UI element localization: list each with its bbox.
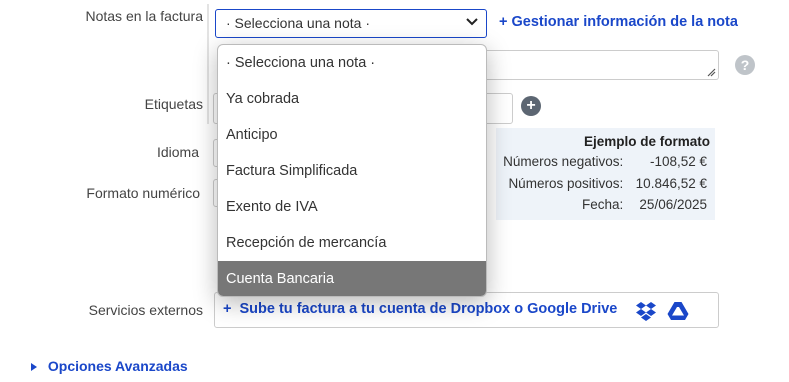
dropdown-option-highlighted[interactable]: Cuenta Bancaria	[218, 261, 486, 296]
dropdown-option[interactable]: Ya cobrada	[218, 81, 486, 117]
external-services-label: Servicios externos	[88, 302, 203, 318]
format-row-value: -108,52 €	[649, 154, 707, 169]
format-example-box: Ejemplo de formato Números negativos: -1…	[496, 128, 715, 220]
notes-dropdown: · Selecciona una nota · Ya cobrada Antic…	[217, 44, 487, 297]
advanced-options-label: Opciones Avanzadas	[47, 358, 188, 374]
format-row-date: Fecha: 25/06/2025	[582, 197, 707, 212]
notes-select-value: · Selecciona una nota ·	[226, 15, 370, 31]
dropdown-option[interactable]: Factura Simplificada	[218, 153, 486, 189]
external-services-link[interactable]: + Sube tu factura a tu cuenta de Dropbox…	[223, 301, 617, 317]
left-divider	[207, 4, 209, 124]
chevron-down-icon	[466, 18, 478, 26]
format-row-negative: Números negativos: -108,52 €	[503, 154, 707, 169]
notes-select[interactable]: · Selecciona una nota ·	[215, 9, 487, 38]
plus-icon: +	[223, 301, 232, 317]
format-row-label: Números negativos:	[503, 154, 624, 169]
dropdown-option[interactable]: Anticipo	[218, 117, 486, 153]
format-row-value: 25/06/2025	[639, 197, 707, 212]
dropdown-option[interactable]: · Selecciona una nota ·	[218, 45, 486, 81]
add-tag-icon[interactable]: +	[521, 96, 541, 116]
dropdown-option[interactable]: Recepción de mercancía	[218, 225, 486, 261]
format-row-value: 10.846,52 €	[635, 176, 707, 191]
language-label: Idioma	[156, 144, 199, 160]
format-row-positive: Números positivos: 10.846,52 €	[508, 176, 707, 191]
notes-textarea[interactable]	[487, 50, 719, 80]
notes-label: Notas en la factura	[85, 8, 203, 24]
resize-handle-icon	[707, 68, 716, 77]
plus-icon: +	[499, 14, 508, 30]
tags-label: Etiquetas	[144, 96, 203, 112]
manage-notes-text: Gestionar información de la nota	[511, 14, 738, 30]
format-example-title: Ejemplo de formato	[583, 134, 710, 149]
external-services-text: Sube tu factura a tu cuenta de Dropbox o…	[239, 301, 618, 317]
google-drive-icon[interactable]	[667, 301, 689, 321]
advanced-options-toggle[interactable]: Opciones Avanzadas	[30, 358, 188, 374]
external-services-box[interactable]: + Sube tu factura a tu cuenta de Dropbox…	[214, 292, 719, 328]
format-row-label: Números positivos:	[508, 176, 624, 191]
manage-notes-link[interactable]: + Gestionar información de la nota	[499, 14, 738, 30]
dropdown-option[interactable]: Exento de IVA	[218, 189, 486, 225]
help-icon[interactable]: ?	[735, 55, 755, 75]
dropbox-icon[interactable]	[635, 301, 657, 321]
caret-right-icon	[31, 363, 37, 372]
format-row-label: Fecha:	[581, 197, 624, 212]
number-format-label: Formato numérico	[86, 185, 200, 201]
